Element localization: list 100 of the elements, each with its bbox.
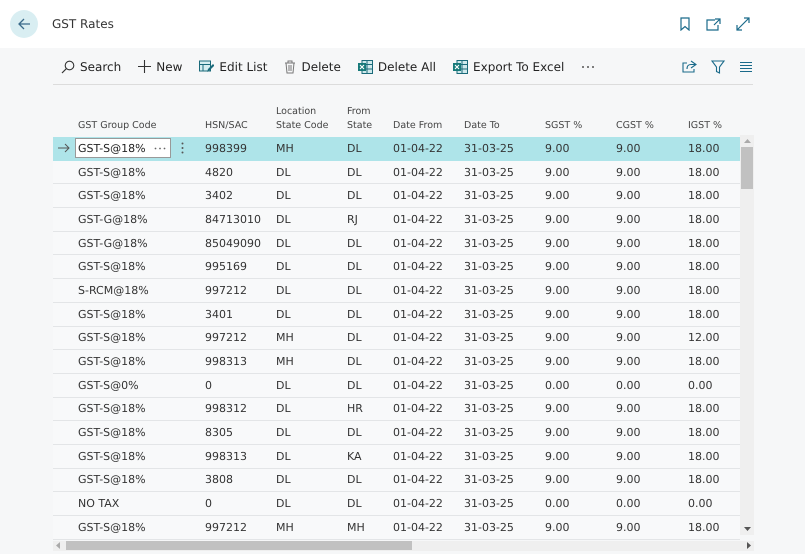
table-cell-text: 01-04-22: [393, 212, 444, 226]
more-options-icon[interactable]: [581, 64, 596, 68]
table-cell-text: 998312: [205, 402, 248, 416]
column-header[interactable]: From State: [347, 105, 393, 133]
toolbar-button[interactable]: Delete All: [352, 54, 442, 80]
table-cell-text: DL: [347, 497, 363, 510]
table-cell-text: 31-03-25: [464, 166, 515, 179]
column-header[interactable]: GST Group Code: [75, 119, 205, 133]
table-cell-text: GST-S@18%: [77, 260, 147, 274]
table-cell-text: 4820: [205, 166, 234, 179]
table-cell-text: 01-04-22: [393, 378, 444, 392]
table-cell-text: 18.00: [688, 355, 720, 368]
table-cell-text: DL: [347, 260, 363, 274]
table-cell-text: GST-S@18%: [77, 450, 147, 463]
table-cell-text: 9.00: [545, 284, 570, 297]
column-header[interactable]: IGST %: [688, 119, 740, 133]
table-cell-text: 0.00: [616, 497, 642, 510]
table-cell-text: 997212: [205, 520, 248, 534]
table-row[interactable]: GST-S@18% 997212 MH DL 01-04-22 31-03-25 9.00 9.00 12.00: [53, 326, 740, 350]
table-cell-text: 8305: [205, 426, 234, 440]
table-cell-text: 18.00: [688, 212, 720, 226]
toolbar-button[interactable]: Export To Excel: [447, 54, 570, 80]
table-cell-text: 18.00: [688, 520, 720, 534]
column-header[interactable]: Date To: [464, 119, 545, 133]
table-cell-text: 01-04-22: [393, 142, 444, 155]
table-cell-text: MH: [276, 355, 295, 368]
table-cell-text: RJ: [347, 212, 359, 226]
table-cell-text: 18.00: [688, 308, 720, 321]
table-cell-text: 998313: [205, 355, 248, 368]
share-icon[interactable]: [682, 60, 697, 73]
table-cell-text: DL: [347, 473, 363, 486]
table-cell-text: 9.00: [616, 473, 642, 486]
table-cell-text: 31-03-25: [464, 236, 515, 250]
table-cell-text: 3808: [205, 473, 234, 486]
table-cell-text: 9.00: [616, 450, 642, 463]
scroll-thumb[interactable]: [66, 541, 412, 550]
table-cell-text: 9.00: [545, 212, 570, 226]
vertical-scrollbar[interactable]: [740, 135, 754, 535]
table-cell-text: DL: [347, 355, 363, 368]
spreadsheet-icon: [358, 60, 373, 74]
table-cell-text: GST-S@18%: [77, 520, 147, 534]
table-cell-text: DL: [276, 378, 292, 392]
table-cell-text: DL: [276, 450, 292, 463]
list-view-icon[interactable]: [739, 60, 753, 72]
table-row[interactable]: GST-S@18% 998312 DL HR 01-04-22 31-03-25 9.00 9.00 18.00: [53, 398, 740, 422]
scroll-right-icon[interactable]: [747, 542, 751, 550]
table-cell-text: 9.00: [545, 236, 570, 250]
filter-icon[interactable]: [711, 60, 725, 74]
toolbar-button[interactable]: New: [132, 54, 188, 80]
table-cell-text: MH: [276, 331, 295, 344]
table-cell-text: DL: [276, 189, 292, 202]
table-cell-text: 9.00: [616, 142, 642, 155]
toolbar-button[interactable]: Search: [53, 54, 128, 80]
open-in-new-icon[interactable]: [706, 18, 721, 30]
back-button[interactable]: [10, 10, 38, 38]
table-cell-text: DL: [347, 308, 363, 321]
table-cell-text: GST-S@18%: [77, 426, 147, 440]
lookup-icon[interactable]: [154, 146, 166, 150]
bookmark-icon[interactable]: [679, 17, 691, 31]
table-cell-text: MH: [276, 520, 295, 534]
table-cell-text: GST-S@18%: [77, 355, 147, 368]
table-cell-text: 18.00: [688, 260, 720, 274]
table-cell-text: 31-03-25: [464, 355, 515, 368]
column-header[interactable]: HSN/SAC: [205, 119, 276, 133]
table-cell-text: 9.00: [616, 260, 642, 274]
expand-icon[interactable]: [736, 17, 750, 31]
toolbar-button[interactable]: Delete: [278, 54, 347, 80]
table-cell-text: DL: [276, 260, 292, 274]
table-cell-text: 01-04-22: [393, 450, 444, 463]
table-cell-text: 3401: [205, 308, 234, 321]
group-code-field[interactable]: GST-S@18%: [75, 138, 171, 158]
column-header[interactable]: Location State Code: [276, 105, 347, 133]
table-cell-text: 01-04-22: [393, 355, 444, 368]
table-cell-text: 01-04-22: [393, 473, 444, 486]
table-cell-text: 01-04-22: [393, 331, 444, 344]
table-cell-text: 31-03-25: [464, 520, 515, 534]
table-cell-text: 0: [205, 497, 213, 510]
table-cell-text: MH: [347, 520, 366, 534]
plus-icon: [138, 60, 152, 73]
scroll-thumb[interactable]: [741, 147, 753, 189]
table-cell-text: 18.00: [688, 142, 720, 155]
table-cell-text: GST-S@18%: [77, 331, 147, 344]
column-header[interactable]: SGST %: [545, 119, 616, 133]
scroll-down-icon[interactable]: [744, 527, 750, 531]
table-row[interactable]: GST-S@18% 4820 DL DL 01-04-22 31-03-25 9.00 9.00 18.00: [53, 160, 740, 184]
table-cell-text: 997212: [205, 284, 248, 297]
table-row[interactable]: GST-S@18% 998399 MH DL 01-04-22 31-03-25 9.00 9.00 18.00: [53, 137, 740, 161]
row-menu-icon[interactable]: [181, 142, 184, 154]
table-row[interactable]: GST-S@18% 3808 DL DL 01-04-22 31-03-25 9.00 9.00 18.00: [53, 468, 740, 492]
horizontal-scrollbar[interactable]: [53, 540, 754, 551]
table-cell-text: MH: [276, 142, 295, 155]
column-header[interactable]: CGST %: [616, 119, 688, 133]
table-cell-text: 9.00: [616, 331, 642, 344]
table-cell-text: 0.00: [616, 378, 642, 392]
table-cell-text: 9.00: [616, 212, 642, 226]
table-cell-text: DL: [276, 284, 292, 297]
table-cell-text: DL: [347, 284, 363, 297]
table-cell-text: DL: [276, 308, 292, 321]
toolbar-button[interactable]: Edit List: [193, 54, 274, 80]
column-header[interactable]: Date From: [393, 119, 464, 133]
